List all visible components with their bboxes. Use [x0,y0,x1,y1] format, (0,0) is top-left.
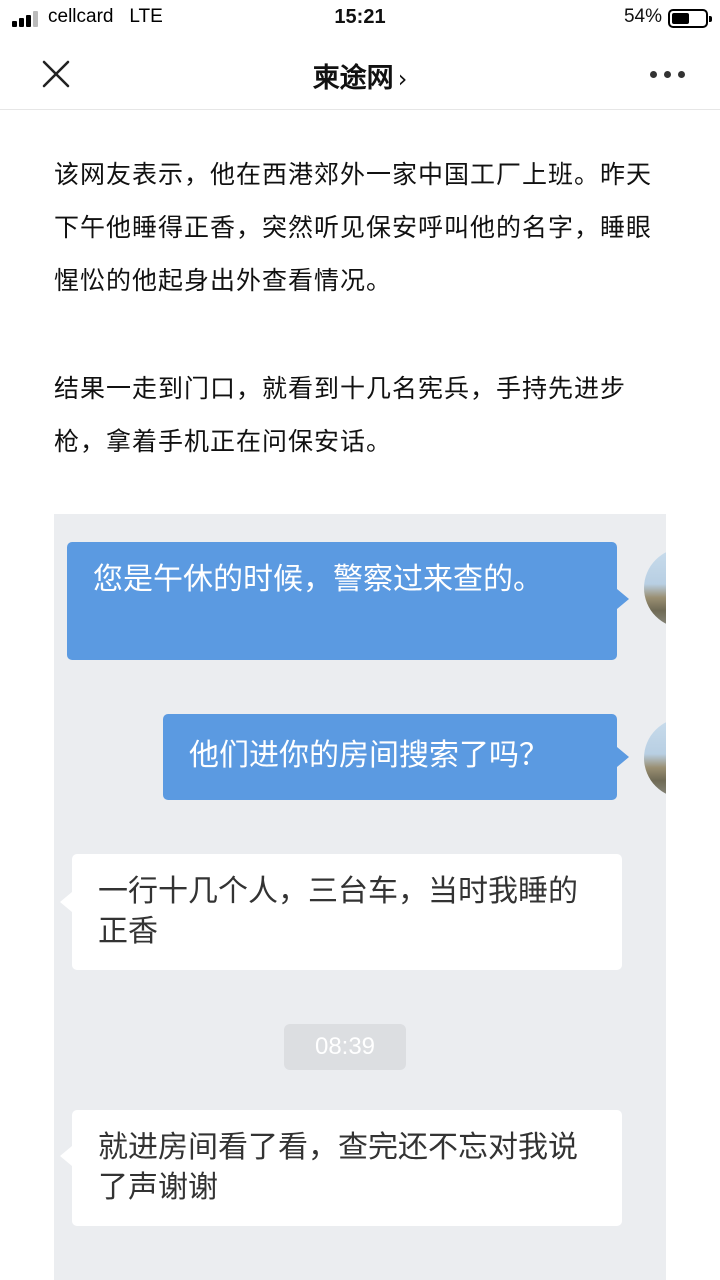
chevron-right-icon: › [397,65,408,93]
avatar [644,548,666,628]
nav-bar: 柬途网 › [0,38,720,110]
message-text: 一行十几个人，三台车，当时我睡的正香 [98,874,578,949]
battery-icon [668,9,712,28]
message-text: 就进房间看了看，查完还不忘对我说了声谢谢 [98,1130,578,1205]
chat-bubble-incoming: 就进房间看了看，查完还不忘对我说了声谢谢 [72,1110,622,1226]
chat-bubble-outgoing: 他们进你的房间搜索了吗？ [163,714,617,800]
more-icon [650,71,657,78]
chat-bubble-incoming: 一行十几个人，三台车，当时我睡的正香 [72,854,622,970]
chat-screenshot-image: 您是午休的时候，警察过来查的。 他们进你的房间搜索了吗？ 一行十几个人，三台车，… [54,514,666,1280]
page-title: 柬途网 [312,63,394,94]
account-title-link[interactable]: 柬途网 › [0,56,720,95]
article-body: 该网友表示，他在西港郊外一家中国工厂上班。昨天下午他睡得正香，突然听见保安呼叫他… [0,110,720,1280]
chat-bubble-outgoing: 您是午休的时候，警察过来查的。 [67,542,617,660]
chat-timestamp: 08:39 [284,1024,406,1070]
article-paragraph: 结果一走到门口，就看到十几名宪兵，手持先进步枪，拿着手机正在问保安话。 [54,374,627,456]
message-text: 他们进你的房间搜索了吗？ [189,738,549,773]
more-button[interactable] [648,60,688,88]
avatar [644,718,666,798]
status-time: 15:21 [334,6,386,28]
battery-fill [672,13,690,24]
status-bar: cellcard LTE 15:21 54% [0,0,720,38]
article-paragraph: 该网友表示，他在西港郊外一家中国工厂上班。昨天下午他睡得正香，突然听见保安呼叫他… [54,160,653,295]
battery-percent: 54% [623,6,662,27]
message-text: 您是午休的时候，警察过来查的。 [93,562,543,597]
